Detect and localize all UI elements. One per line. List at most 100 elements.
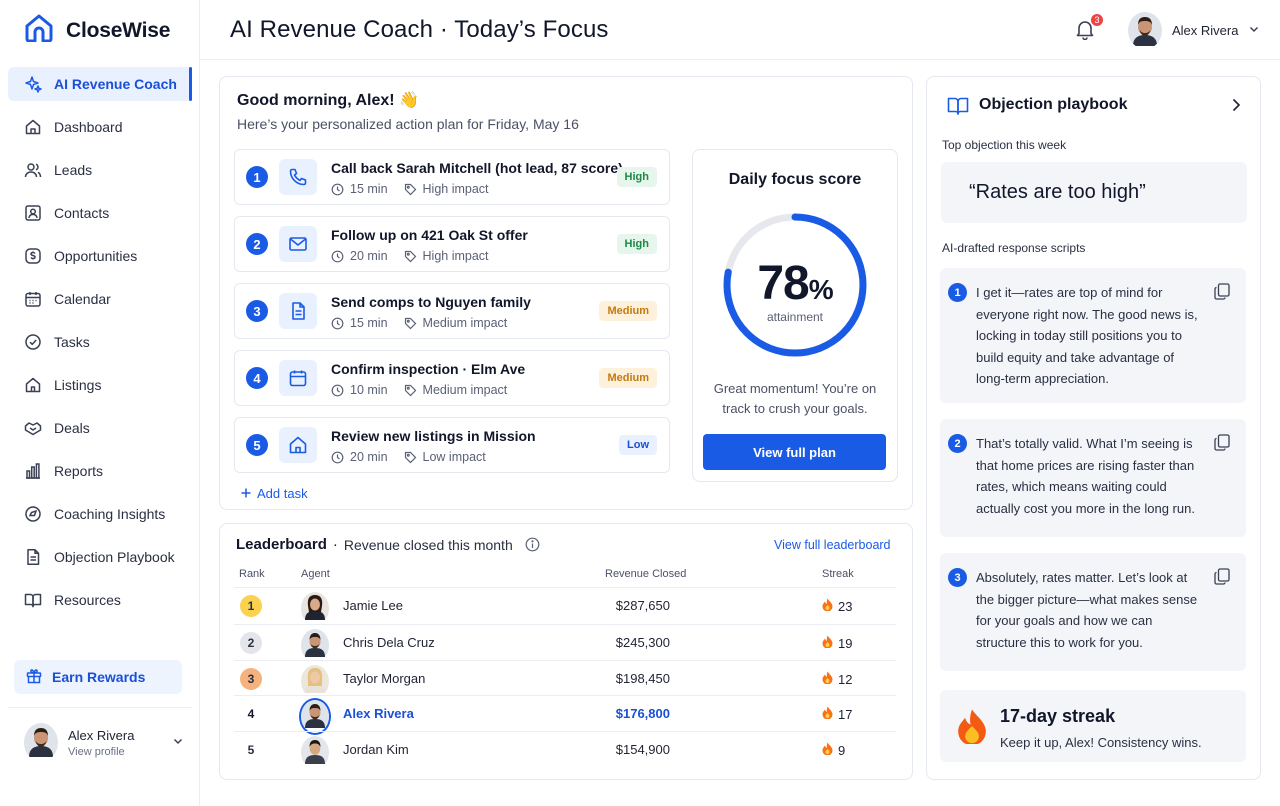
title-separator: · <box>332 536 338 553</box>
earn-rewards-label: Earn Rewards <box>52 669 146 685</box>
priority-badge: High <box>616 234 657 254</box>
users-icon <box>24 161 42 179</box>
sidebar-item-dashboard[interactable]: Dashboard <box>8 110 192 144</box>
header-user-menu[interactable]: Alex Rivera <box>1128 12 1260 49</box>
task-item[interactable]: 4 Confirm inspection · Elm Ave 10 min Me… <box>234 350 670 406</box>
agent-name: Alex Rivera <box>343 706 414 721</box>
calendar-icon <box>279 360 317 396</box>
avatar <box>301 592 329 625</box>
sidebar-item-leads[interactable]: Leads <box>8 153 192 187</box>
sidebar-item-reports[interactable]: Reports <box>8 454 192 488</box>
table-row[interactable]: 1 Jamie Lee $287,650 23 <box>234 587 896 623</box>
chevron-down-icon[interactable] <box>172 734 184 752</box>
sidebar-item-resources[interactable]: Resources <box>8 583 192 617</box>
chevron-right-icon[interactable] <box>1230 98 1242 117</box>
sidebar-item-contacts[interactable]: Contacts <box>8 196 192 230</box>
tag-icon <box>404 451 416 463</box>
compass-icon <box>24 505 42 523</box>
sidebar-item-opportunities[interactable]: Opportunities <box>8 239 192 273</box>
scripts-label: AI-drafted response scripts <box>942 241 1086 255</box>
copy-icon[interactable] <box>1214 434 1230 456</box>
streak-value: 17 <box>822 706 852 722</box>
tag-icon <box>404 250 416 262</box>
info-icon[interactable] <box>525 537 540 552</box>
task-item[interactable]: 2 Follow up on 421 Oak St offer 20 min H… <box>234 216 670 272</box>
streak-count: 17 <box>838 706 853 722</box>
task-title: Review new listings in Mission <box>331 428 536 444</box>
streak-card: 17-day streak Keep it up, Alex! Consiste… <box>940 690 1246 762</box>
book-icon <box>947 96 969 121</box>
contact-card-icon <box>24 204 42 222</box>
dollar-icon <box>24 247 42 265</box>
task-meta: 15 min Medium impact <box>331 316 507 330</box>
table-row[interactable]: 3 Taylor Morgan $198,450 12 <box>234 660 896 696</box>
sidebar-item-ai-revenue-coach[interactable]: AI Revenue Coach <box>8 67 192 101</box>
handshake-icon <box>24 419 42 437</box>
priority-badge: Medium <box>599 301 657 321</box>
sidebar-item-label: Contacts <box>54 205 110 221</box>
task-meta: 20 min High impact <box>331 249 489 263</box>
view-profile-link[interactable]: View profile <box>68 746 162 758</box>
sidebar-item-label: Coaching Insights <box>54 506 166 522</box>
table-row-current-user[interactable]: 4 Alex Rivera $176,800 17 <box>234 695 896 731</box>
task-item[interactable]: 3 Send comps to Nguyen family 15 min Med… <box>234 283 670 339</box>
script-number: 1 <box>948 283 967 302</box>
check-circle-icon <box>24 333 42 351</box>
sidebar-item-deals[interactable]: Deals <box>8 411 192 445</box>
response-script-card[interactable]: 2 That’s totally valid. What I’m seeing … <box>940 419 1246 537</box>
flame-icon <box>822 706 833 722</box>
book-icon <box>24 591 42 609</box>
agent-name: Taylor Morgan <box>343 671 426 686</box>
view-full-leaderboard-link[interactable]: View full leaderboard <box>774 538 891 552</box>
add-task-button[interactable]: Add task <box>241 486 308 501</box>
earn-rewards-button[interactable]: Earn Rewards <box>14 660 182 694</box>
streak-value: 12 <box>822 671 852 687</box>
revenue-value: $245,300 <box>615 635 670 650</box>
task-item[interactable]: 1 Call back Sarah Mitchell (hot lead, 87… <box>234 149 670 205</box>
streak-value: 9 <box>822 742 845 758</box>
brand[interactable]: CloseWise <box>24 14 170 47</box>
task-title: Call back Sarah Mitchell (hot lead, 87 s… <box>331 160 623 176</box>
sidebar-item-label: Deals <box>54 420 90 436</box>
sidebar-item-listings[interactable]: Listings <box>8 368 192 402</box>
sidebar-user-text: Alex Rivera View profile <box>68 728 162 758</box>
copy-icon[interactable] <box>1214 283 1230 305</box>
leaderboard-heading: Leaderboard <box>236 536 327 553</box>
task-item[interactable]: 5 Review new listings in Mission 20 min … <box>234 417 670 473</box>
score-number: 78 <box>757 257 809 310</box>
table-row[interactable]: 5 Jordan Kim $154,900 9 <box>234 731 896 767</box>
flame-icon <box>822 635 833 651</box>
sidebar-item-objection-playbook[interactable]: Objection Playbook <box>8 540 192 574</box>
flame-icon <box>822 598 833 614</box>
sidebar-item-calendar[interactable]: Calendar <box>8 282 192 316</box>
task-impact: High impact <box>422 182 489 196</box>
sidebar-item-label: Objection Playbook <box>54 549 175 565</box>
rank-badge: 3 <box>240 668 262 690</box>
view-full-plan-button[interactable]: View full plan <box>703 434 886 470</box>
leaderboard-title: Leaderboard · Revenue closed this month <box>236 536 540 553</box>
sidebar-item-coaching-insights[interactable]: Coaching Insights <box>8 497 192 531</box>
sidebar-item-label: Opportunities <box>54 248 138 264</box>
clock-icon <box>331 183 344 195</box>
table-row[interactable]: 2 Chris Dela Cruz $245,300 19 <box>234 624 896 660</box>
response-script-card[interactable]: 1 I get it—rates are top of mind for eve… <box>940 268 1246 403</box>
house-logo-icon <box>24 14 54 47</box>
app-root: CloseWise AI Revenue Coach Dashboard Lea… <box>0 0 1280 806</box>
home-icon <box>24 118 42 136</box>
task-number: 3 <box>246 300 268 322</box>
chevron-down-icon <box>1248 23 1260 38</box>
copy-icon[interactable] <box>1214 568 1230 590</box>
response-script-card[interactable]: 3 Absolutely, rates matter. Let’s look a… <box>940 553 1246 671</box>
clock-icon <box>331 317 344 329</box>
document-icon <box>24 548 42 566</box>
sidebar-user-profile[interactable]: Alex Rivera View profile <box>24 723 184 762</box>
focus-score-title: Daily focus score <box>728 171 862 188</box>
avatar <box>301 700 329 733</box>
task-number: 2 <box>246 233 268 255</box>
sparkles-icon <box>24 75 42 93</box>
avatar <box>301 665 329 698</box>
task-title: Send comps to Nguyen family <box>331 294 531 310</box>
sidebar: CloseWise AI Revenue Coach Dashboard Lea… <box>0 0 200 806</box>
sidebar-item-tasks[interactable]: Tasks <box>8 325 192 359</box>
task-title: Confirm inspection · Elm Ave <box>331 361 526 377</box>
